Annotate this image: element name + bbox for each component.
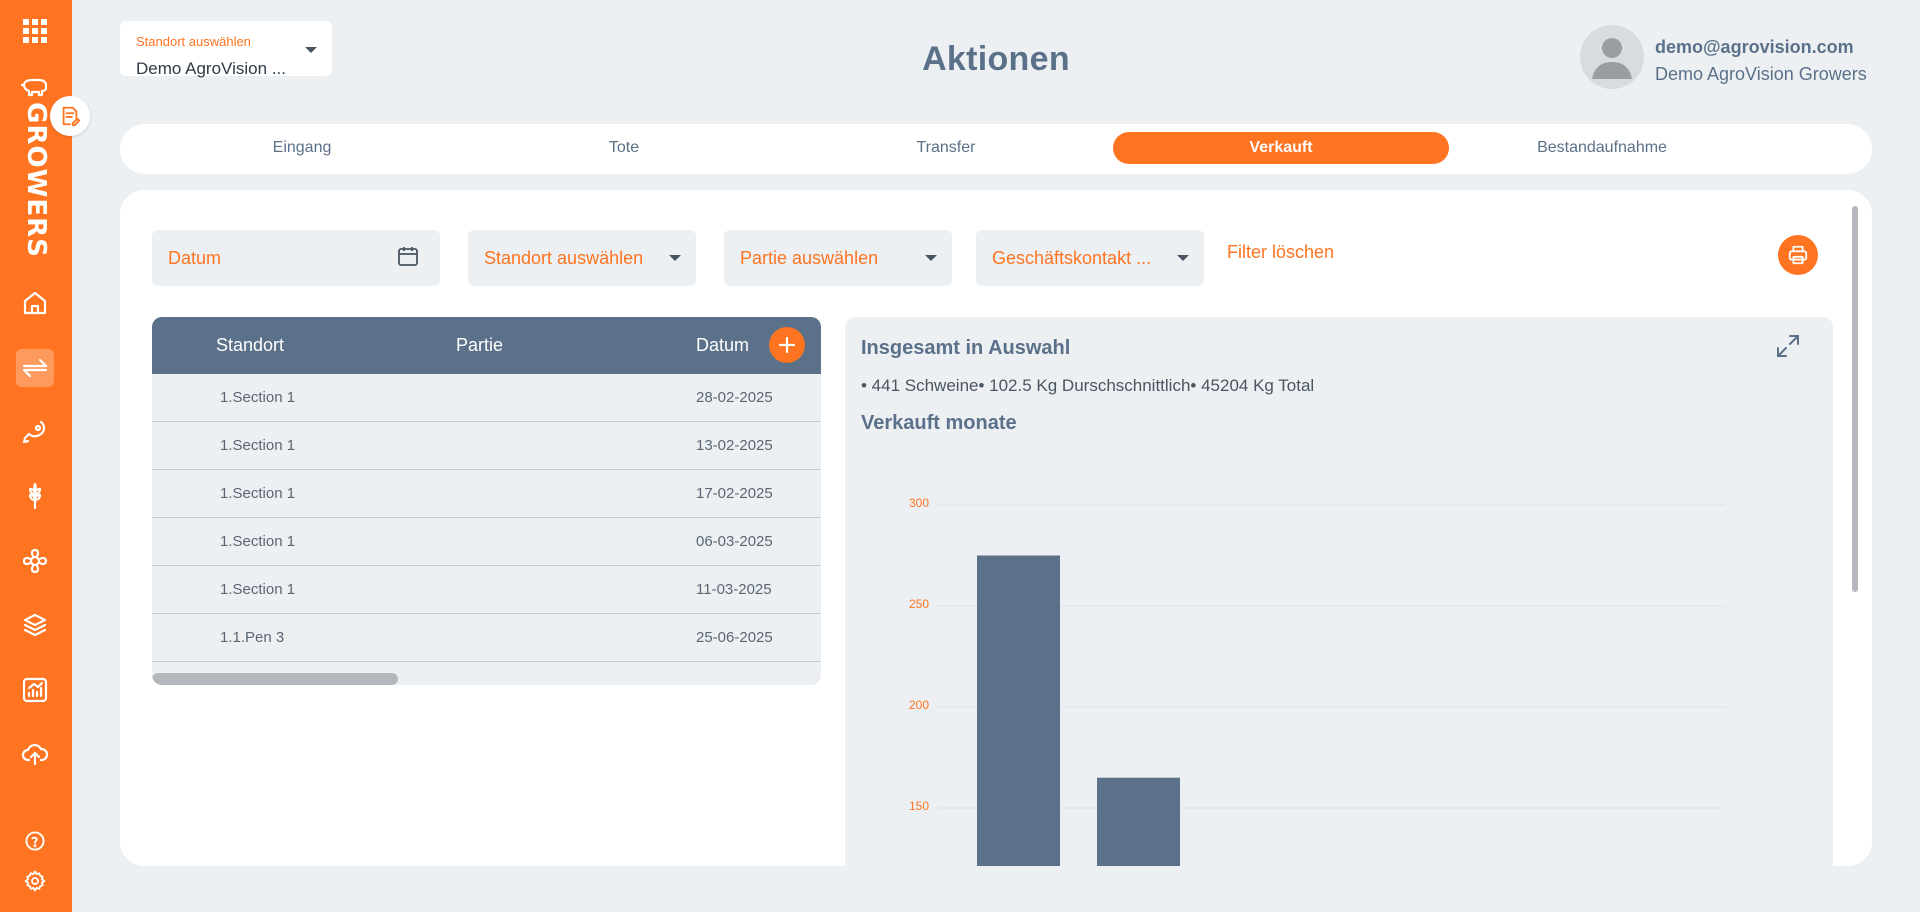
home-icon[interactable] [16,284,54,322]
tab-transfer[interactable]: Transfer [778,132,1114,164]
location-filter[interactable]: Standort auswählen [468,230,696,286]
brand-logo: GROWERS [21,102,51,258]
contact-filter-placeholder: Geschäftskontakt ... [992,248,1152,268]
report-chart-icon[interactable] [16,671,54,709]
print-icon[interactable] [1778,235,1818,275]
chart-bar[interactable] [977,555,1060,867]
cell-datum: 25-06-2025 [696,629,773,646]
avatar[interactable] [1580,25,1644,89]
y-tick-label: 300 [909,496,929,510]
contact-filter[interactable]: Geschäftskontakt ... [976,230,1204,286]
chart-bar[interactable] [1097,777,1180,866]
location-filter-placeholder: Standort auswählen [484,248,644,268]
summary-title: Insgesamt in Auswahl [861,337,1071,359]
batch-filter[interactable]: Partie auswählen [724,230,952,286]
cell-standort: 1.Section 1 [220,533,296,550]
cell-datum: 06-03-2025 [696,533,773,550]
cell-datum: 13-02-2025 [696,437,773,454]
table-row[interactable]: 1.Section 1 28-02-2025 [152,374,821,422]
batch-filter-placeholder: Partie auswählen [740,248,879,268]
cell-datum: 28-02-2025 [696,389,773,406]
table-row[interactable]: 1.Section 1 13-02-2025 [152,422,821,470]
wheat-icon[interactable] [16,477,54,515]
cell-standort: 1.Section 1 [220,437,296,454]
table-header: Standort Partie Datum [152,317,821,374]
column-header-partie[interactable]: Partie [456,335,503,356]
expand-icon[interactable] [1775,333,1801,359]
table-row[interactable]: 1.Section 1 17-02-2025 [152,470,821,518]
cell-datum: 11-03-2025 [696,581,772,598]
help-icon[interactable] [16,822,54,860]
calendar-icon[interactable] [396,244,420,268]
settings-icon[interactable] [16,862,54,900]
tab-eingang[interactable]: Eingang [134,132,470,164]
tab-tote[interactable]: Tote [456,132,792,164]
transfer-icon[interactable] [16,349,54,387]
column-header-standort[interactable]: Standort [216,335,284,356]
edit-note-icon[interactable] [50,96,90,136]
meat-icon[interactable] [16,413,54,451]
tab-bestandaufnahme[interactable]: Bestandaufnahme [1434,132,1770,164]
chevron-down-icon [1177,255,1189,261]
cell-datum: 17-02-2025 [696,485,773,502]
summary-panel: 150 200 250 300 Insgesamt in Auswahl • 441 … [845,317,1833,866]
layers-icon[interactable] [16,606,54,644]
cell-standort: 1.Section 1 [220,389,296,406]
summary-stats: • 441 Schweine• 102.5 Kg Durschschnittli… [861,376,1315,395]
table-row[interactable]: 1.Section 1 06-03-2025 [152,518,821,566]
clear-filters-button[interactable]: Filter löschen [1227,242,1334,263]
horizontal-scrollbar[interactable] [152,673,398,685]
vertical-scrollbar[interactable] [1852,206,1858,592]
virus-icon[interactable] [16,542,54,580]
sidebar: GROWERS [0,0,90,912]
cell-standort: 1.1.Pen 3 [220,629,285,646]
column-header-datum[interactable]: Datum [696,335,749,356]
date-filter-placeholder: Datum [168,248,222,268]
tab-verkauft[interactable]: Verkauft [1113,132,1449,164]
y-tick-label: 200 [909,698,929,712]
chevron-down-icon [925,255,937,261]
action-tabs: Eingang Tote Transfer Verkauft Bestandau… [120,124,1872,174]
y-tick-label: 250 [909,597,929,611]
cell-standort: 1.Section 1 [220,581,296,598]
sales-bar-chart: 150 200 250 300 [909,496,1725,867]
add-icon[interactable] [769,327,805,363]
table-row[interactable]: 1.1.Pen 3 25-06-2025 [152,614,821,662]
table-row[interactable]: 1.Section 1 11-03-2025 [152,566,821,614]
user-organization: Demo AgroVision Growers [1655,64,1867,84]
y-tick-label: 150 [909,799,929,813]
chevron-down-icon [669,255,681,261]
date-filter[interactable]: Datum [152,230,440,286]
content-card: Datum Standort auswählen Partie auswähle… [120,190,1872,866]
sales-table: Standort Partie Datum 1.Section 1 28-02-… [152,317,821,685]
user-email: demo@agrovision.com [1655,37,1854,57]
chart-title: Verkauft monate [861,412,1017,434]
cell-standort: 1.Section 1 [220,485,296,502]
upload-cloud-icon[interactable] [16,735,54,773]
